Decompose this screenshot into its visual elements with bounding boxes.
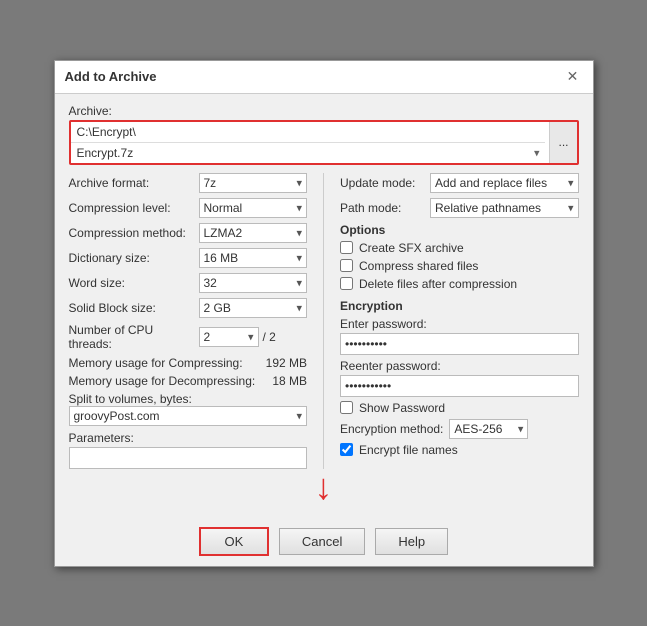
- left-column: Archive format: 7z zip tar Compression l…: [69, 173, 308, 469]
- dictionary-size-row: Dictionary size: 16 MB 8 MB 32 MB: [69, 248, 308, 268]
- archive-format-row: Archive format: 7z zip tar: [69, 173, 308, 193]
- arrow-indicator: ↓: [69, 469, 579, 505]
- cancel-button[interactable]: Cancel: [279, 528, 365, 555]
- compression-method-select-wrap: LZMA2 LZMA PPMd: [199, 223, 308, 243]
- compression-method-select[interactable]: LZMA2 LZMA PPMd: [199, 223, 308, 243]
- split-volumes-label: Split to volumes, bytes:: [69, 392, 192, 406]
- dictionary-size-select-wrap: 16 MB 8 MB 32 MB: [199, 248, 308, 268]
- archive-format-select-wrap: 7z zip tar: [199, 173, 308, 193]
- parameters-section: Parameters:: [69, 431, 308, 469]
- archive-filename-wrap: Encrypt.7z: [71, 143, 546, 163]
- solid-block-size-select-wrap: 2 GB 1 GB 128 MB: [199, 298, 308, 318]
- split-volumes-section: Split to volumes, bytes: groovyPost.com: [69, 392, 308, 426]
- path-mode-select-wrap: Relative pathnames Full pathnames No pat…: [430, 198, 579, 218]
- create-sfx-checkbox[interactable]: [340, 241, 353, 254]
- archive-format-select[interactable]: 7z zip tar: [199, 173, 308, 193]
- down-arrow-icon: ↓: [315, 469, 333, 505]
- memory-decompress-row: Memory usage for Decompressing: 18 MB: [69, 374, 308, 388]
- enter-password-label: Enter password:: [340, 317, 579, 331]
- path-mode-select[interactable]: Relative pathnames Full pathnames No pat…: [430, 198, 579, 218]
- cpu-threads-row: Number of CPU threads: 2 1 / 2: [69, 323, 308, 351]
- main-columns: Archive format: 7z zip tar Compression l…: [69, 173, 579, 469]
- memory-decompress-value: 18 MB: [272, 374, 307, 388]
- parameters-label: Parameters:: [69, 431, 308, 445]
- show-password-label: Show Password: [359, 401, 445, 415]
- update-mode-select[interactable]: Add and replace files Update and add fil…: [430, 173, 579, 193]
- compression-level-select[interactable]: Normal Store Fast Maximum Ultra: [199, 198, 308, 218]
- archive-label: Archive:: [69, 104, 579, 118]
- memory-compress-value: 192 MB: [266, 356, 307, 370]
- solid-block-size-select[interactable]: 2 GB 1 GB 128 MB: [199, 298, 308, 318]
- archive-path: C:\Encrypt\: [71, 122, 546, 143]
- compression-method-label: Compression method:: [69, 226, 199, 240]
- reenter-password-label: Reenter password:: [340, 359, 579, 373]
- update-mode-row: Update mode: Add and replace files Updat…: [340, 173, 579, 193]
- path-mode-row: Path mode: Relative pathnames Full pathn…: [340, 198, 579, 218]
- archive-filename-select[interactable]: Encrypt.7z: [71, 143, 546, 163]
- right-column: Update mode: Add and replace files Updat…: [323, 173, 579, 469]
- add-to-archive-dialog: Add to Archive ✕ Archive: C:\Encrypt\ En…: [54, 60, 594, 567]
- dialog-body: Archive: C:\Encrypt\ Encrypt.7z ...: [55, 94, 593, 517]
- create-sfx-row: Create SFX archive: [340, 241, 579, 255]
- delete-after-row: Delete files after compression: [340, 277, 579, 291]
- ok-button[interactable]: OK: [199, 527, 269, 556]
- encryption-method-label: Encryption method:: [340, 422, 443, 436]
- solid-block-size-label: Solid Block size:: [69, 301, 199, 315]
- archive-format-label: Archive format:: [69, 176, 199, 190]
- create-sfx-label: Create SFX archive: [359, 241, 464, 255]
- help-button[interactable]: Help: [375, 528, 448, 555]
- title-bar: Add to Archive ✕: [55, 61, 593, 94]
- options-section: Options Create SFX archive Compress shar…: [340, 223, 579, 291]
- compression-method-row: Compression method: LZMA2 LZMA PPMd: [69, 223, 308, 243]
- encrypt-filenames-row: Encrypt file names: [340, 443, 579, 457]
- update-mode-select-wrap: Add and replace files Update and add fil…: [430, 173, 579, 193]
- split-volumes-select-wrap: groovyPost.com: [69, 406, 308, 426]
- split-volumes-select[interactable]: groovyPost.com: [69, 406, 308, 426]
- delete-after-label: Delete files after compression: [359, 277, 517, 291]
- encryption-method-select-wrap: AES-256 ZipCrypto: [449, 419, 528, 439]
- encryption-header: Encryption: [340, 299, 579, 313]
- reenter-password-input[interactable]: [340, 375, 579, 397]
- encryption-section: Encryption Enter password: Reenter passw…: [340, 299, 579, 457]
- memory-compress-row: Memory usage for Compressing: 192 MB: [69, 356, 308, 370]
- archive-browse-button[interactable]: ...: [549, 122, 576, 163]
- cpu-threads-label: Number of CPU threads:: [69, 323, 199, 351]
- delete-after-checkbox[interactable]: [340, 277, 353, 290]
- show-password-checkbox[interactable]: [340, 401, 353, 414]
- encryption-method-row: Encryption method: AES-256 ZipCrypto: [340, 419, 579, 439]
- cpu-threads-select[interactable]: 2 1: [199, 327, 259, 347]
- cpu-threads-select-wrap: 2 1: [199, 327, 259, 347]
- compress-shared-label: Compress shared files: [359, 259, 478, 273]
- archive-section: Archive: C:\Encrypt\ Encrypt.7z ...: [69, 104, 579, 165]
- memory-compress-label: Memory usage for Compressing:: [69, 356, 243, 370]
- dictionary-size-label: Dictionary size:: [69, 251, 199, 265]
- update-mode-label: Update mode:: [340, 176, 430, 190]
- archive-input-row: C:\Encrypt\ Encrypt.7z ...: [69, 120, 579, 165]
- compression-level-row: Compression level: Normal Store Fast Max…: [69, 198, 308, 218]
- word-size-select-wrap: 32 16 64: [199, 273, 308, 293]
- dialog-title: Add to Archive: [65, 69, 157, 84]
- encrypt-filenames-checkbox[interactable]: [340, 443, 353, 456]
- close-button[interactable]: ✕: [563, 67, 583, 87]
- encrypt-filenames-label: Encrypt file names: [359, 443, 458, 457]
- memory-decompress-label: Memory usage for Decompressing:: [69, 374, 256, 388]
- enter-password-input[interactable]: [340, 333, 579, 355]
- compress-shared-row: Compress shared files: [340, 259, 579, 273]
- word-size-row: Word size: 32 16 64: [69, 273, 308, 293]
- compression-level-select-wrap: Normal Store Fast Maximum Ultra: [199, 198, 308, 218]
- solid-block-size-row: Solid Block size: 2 GB 1 GB 128 MB: [69, 298, 308, 318]
- word-size-label: Word size:: [69, 276, 199, 290]
- compression-level-label: Compression level:: [69, 201, 199, 215]
- show-password-row: Show Password: [340, 401, 579, 415]
- parameters-input[interactable]: [69, 447, 308, 469]
- encryption-method-select[interactable]: AES-256 ZipCrypto: [449, 419, 528, 439]
- path-mode-label: Path mode:: [340, 201, 430, 215]
- options-header: Options: [340, 223, 579, 237]
- dictionary-size-select[interactable]: 16 MB 8 MB 32 MB: [199, 248, 308, 268]
- compress-shared-checkbox[interactable]: [340, 259, 353, 272]
- dialog-footer: OK Cancel Help: [55, 517, 593, 566]
- word-size-select[interactable]: 32 16 64: [199, 273, 308, 293]
- cpu-threads-extra: / 2: [263, 330, 276, 344]
- archive-input-wrapper: C:\Encrypt\ Encrypt.7z: [71, 122, 546, 163]
